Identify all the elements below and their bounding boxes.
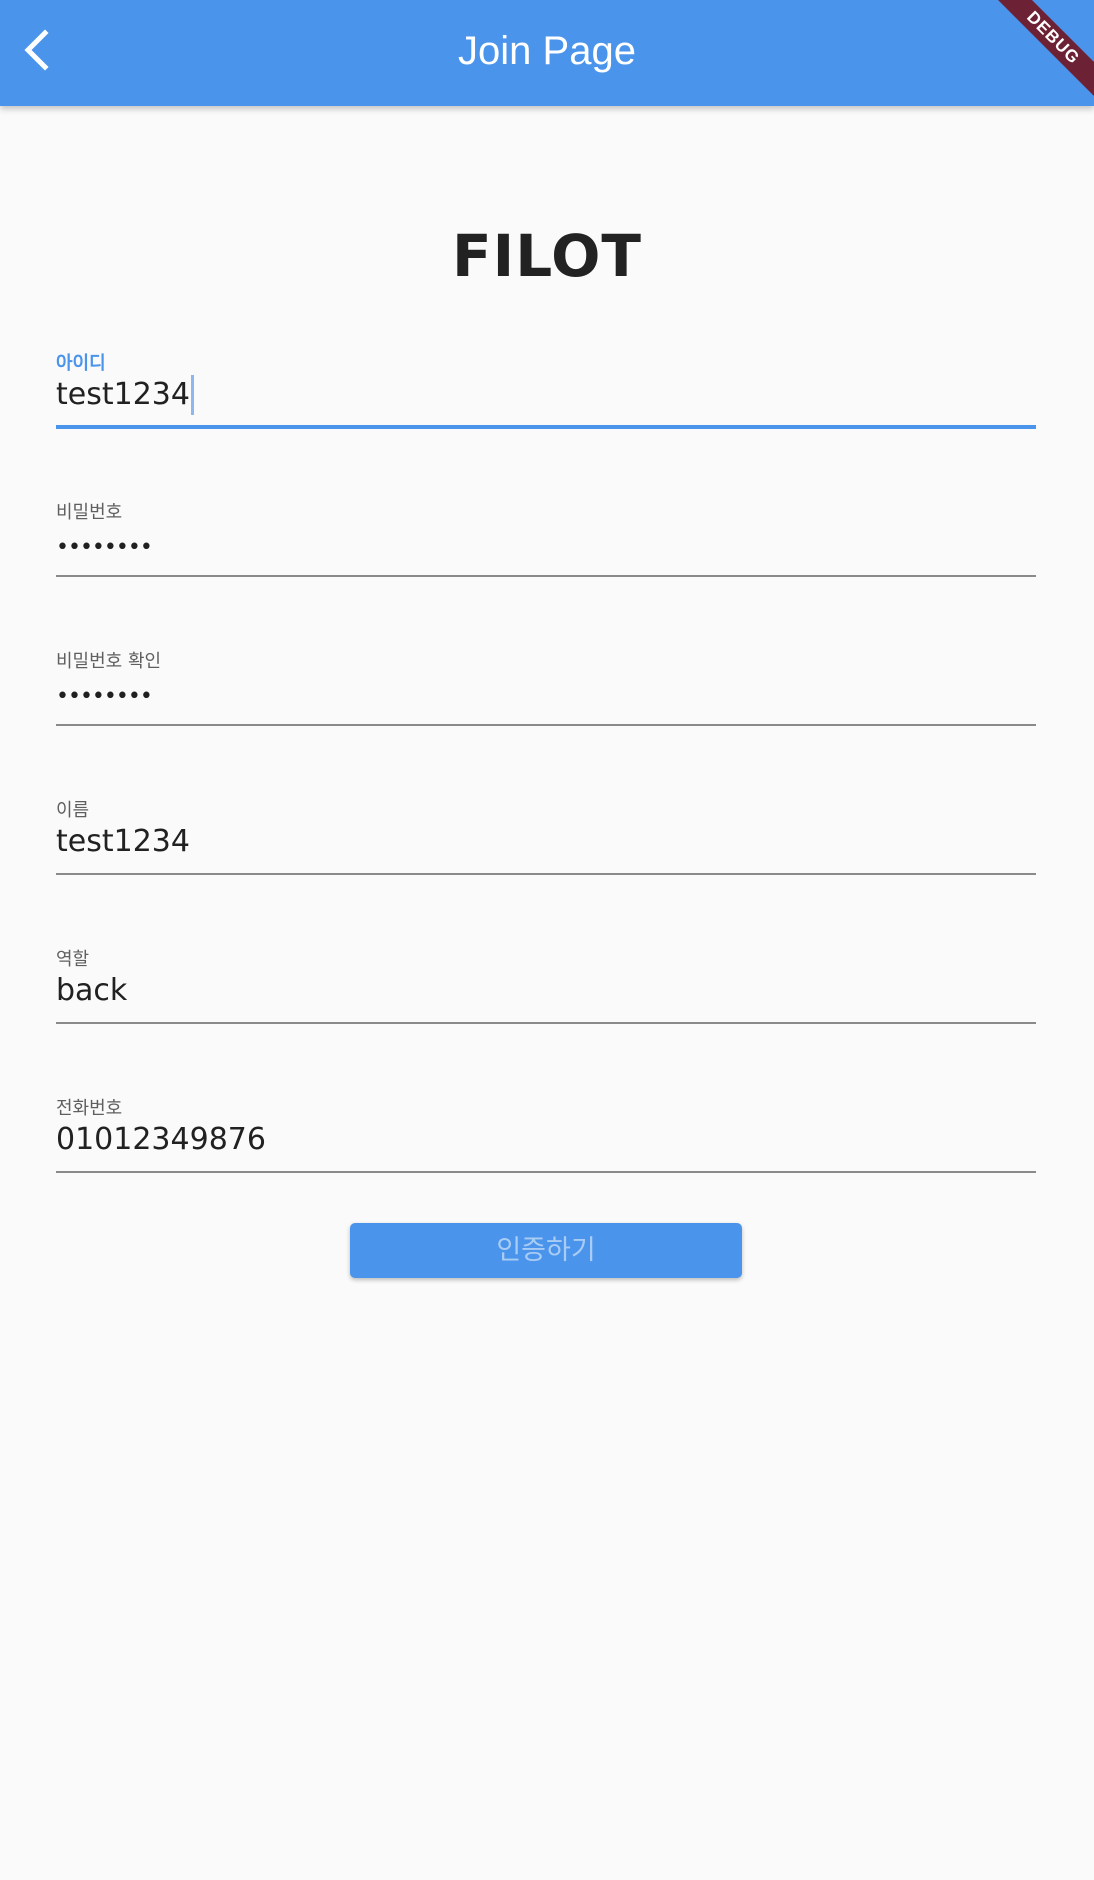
role-field-underline: [56, 1022, 1036, 1024]
password-confirm-field-label: 비밀번호 확인: [56, 651, 162, 672]
role-field[interactable]: 역할 back: [56, 948, 1036, 1044]
id-field-label: 아이디: [56, 353, 106, 374]
password-field-value: ••••••••: [56, 535, 153, 560]
role-field-value: back: [56, 973, 128, 1008]
name-field[interactable]: 이름 test1234: [56, 799, 1036, 895]
id-field-value: test1234: [56, 377, 190, 412]
id-field-value-row: test1234: [56, 374, 194, 416]
verify-button[interactable]: 인증하기: [350, 1223, 742, 1278]
role-field-label: 역할: [56, 949, 90, 970]
password-confirm-field[interactable]: 비밀번호 확인 ••••••••: [56, 650, 1036, 746]
phone-field-label: 전화번호: [56, 1098, 123, 1119]
page-title: Join Page: [458, 29, 636, 73]
id-field-underline: [56, 425, 1036, 429]
id-field[interactable]: 아이디 test1234: [56, 352, 1036, 448]
phone-field-value: 01012349876: [56, 1122, 266, 1157]
debug-label: DEBUG: [994, 0, 1094, 100]
name-field-label: 이름: [56, 800, 90, 821]
password-confirm-field-value: ••••••••: [56, 684, 153, 709]
password-confirm-field-underline: [56, 724, 1036, 726]
name-field-value: test1234: [56, 824, 190, 859]
text-cursor: [190, 375, 194, 415]
password-field-underline: [56, 575, 1036, 577]
password-field[interactable]: 비밀번호 ••••••••: [56, 501, 1036, 597]
app-bar: Join Page: [0, 0, 1094, 106]
phone-field[interactable]: 전화번호 01012349876: [56, 1097, 1036, 1193]
password-field-label: 비밀번호: [56, 502, 123, 523]
app-logo: FILOT: [452, 222, 642, 290]
name-field-underline: [56, 873, 1036, 875]
debug-banner: DEBUG: [994, 0, 1094, 100]
phone-field-underline: [56, 1171, 1036, 1173]
